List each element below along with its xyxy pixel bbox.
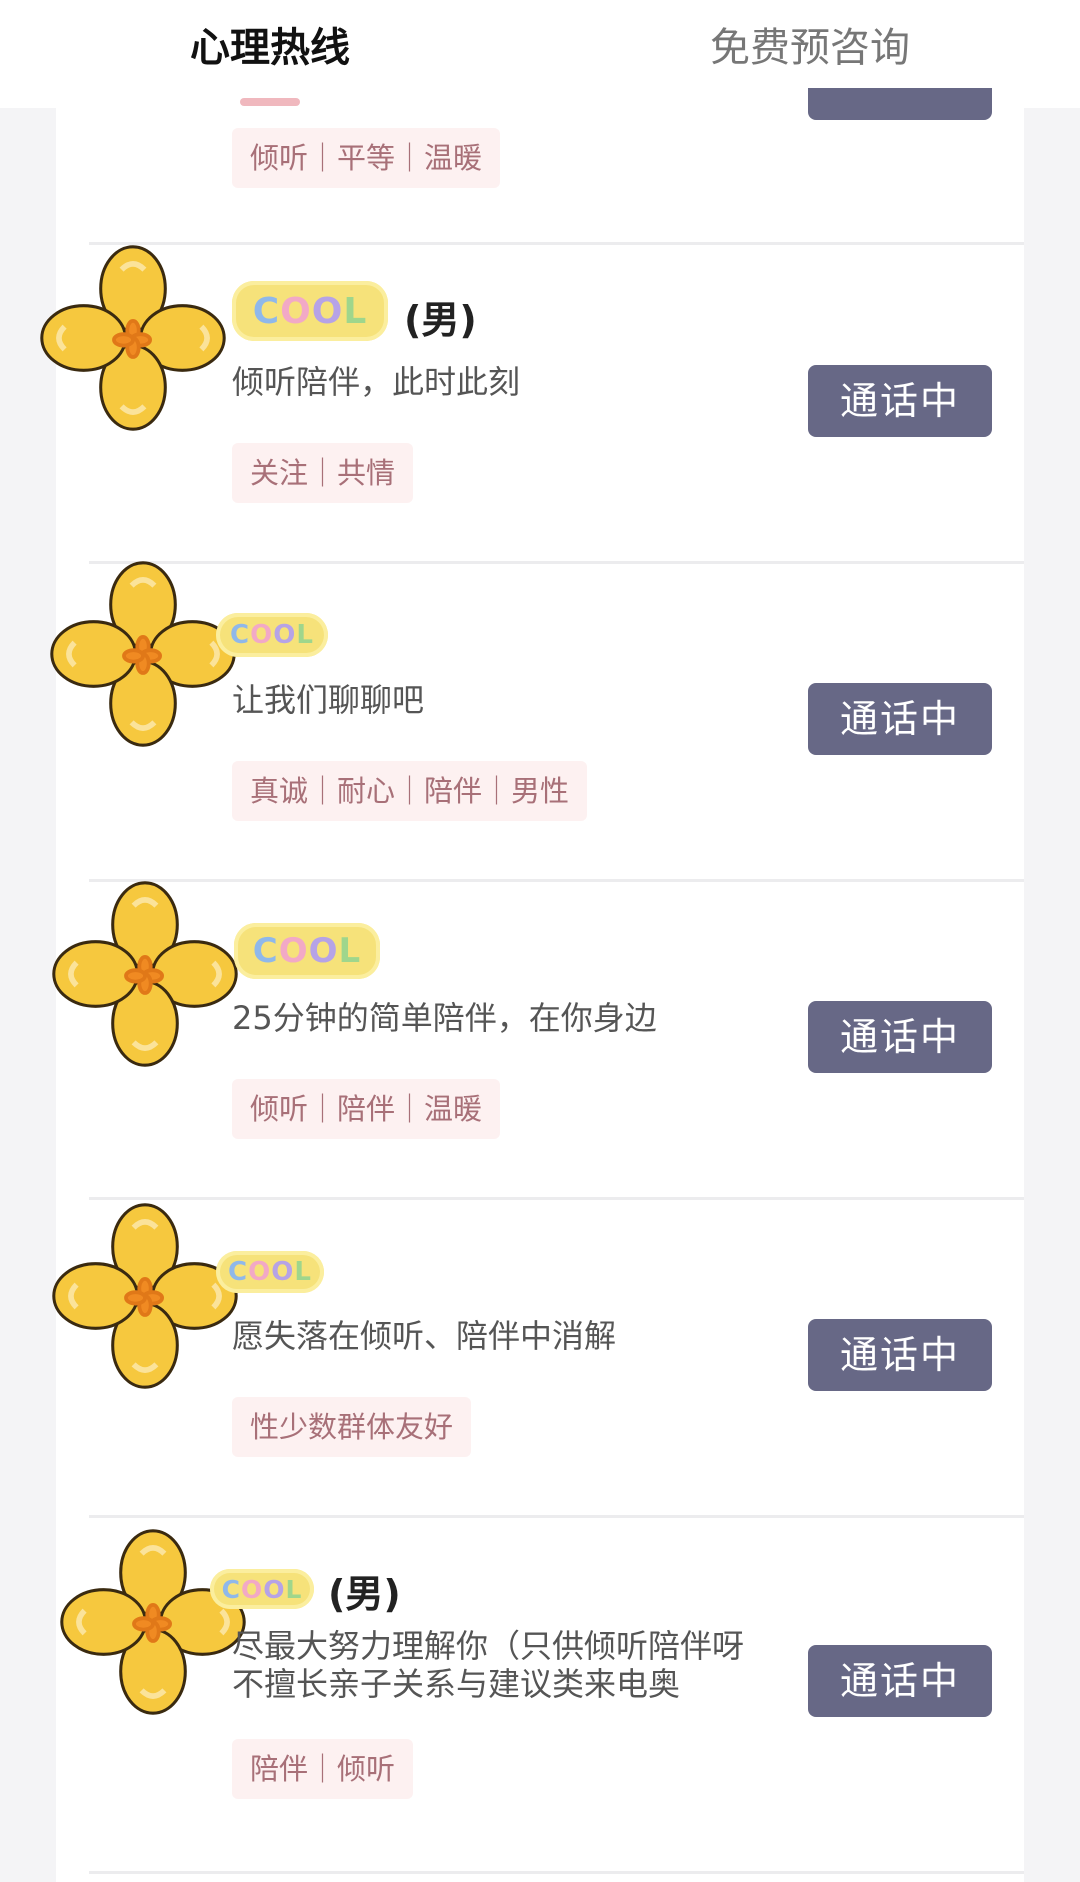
counselor-description: 让我们聊聊吧	[232, 681, 425, 719]
tab-hotline[interactable]: 心理热线	[182, 18, 358, 78]
flower-sticker-avatar-icon	[38, 243, 228, 433]
tag-list: 倾听｜平等｜温暖	[232, 128, 501, 188]
name-cover-sticker: COOL	[232, 281, 388, 341]
sticker-letter: L	[285, 1574, 303, 1604]
sticker-letter: O	[240, 1574, 264, 1604]
tab-free-pre-consult[interactable]: 免费预咨询	[700, 18, 920, 78]
call-status-button[interactable]: 通话中	[808, 1001, 992, 1073]
call-status-button[interactable]: 通话中	[808, 683, 992, 755]
flower-sticker-avatar-icon	[58, 1527, 248, 1717]
call-status-button[interactable]: 通话中	[808, 1319, 992, 1391]
tag-list: 性少数群体友好	[232, 1397, 472, 1457]
sticker-letter: O	[308, 931, 339, 971]
sticker-letter: C	[252, 931, 279, 971]
tag-list: 关注｜共情	[232, 443, 414, 503]
sticker-letter: C	[221, 1574, 241, 1604]
counselor-description-line2: 不擅长亲子关系与建议类来电奥	[232, 1665, 681, 1703]
counselor-gender: (男)	[328, 1572, 401, 1616]
call-button-partial[interactable]	[808, 88, 992, 120]
tag-list: 真诚｜耐心｜陪伴｜男性	[232, 761, 588, 821]
name-cover-sticker: COOL	[216, 1251, 324, 1293]
list-item[interactable]: COOL 让我们聊聊吧 真诚｜耐心｜陪伴｜男性 通话中	[50, 561, 1024, 882]
counselor-description-line1: 尽最大努力理解你（只供倾听陪伴呀	[232, 1627, 745, 1665]
flower-sticker-avatar-icon	[50, 879, 240, 1069]
tag-list: 陪伴｜倾听	[232, 1739, 414, 1799]
list-item[interactable]: COOL (男) 尽最大努力理解你（只供倾听陪伴呀 不擅长亲子关系与建议类来电奥…	[56, 1517, 1024, 1874]
counselor-gender: (男)	[404, 298, 477, 342]
list-item[interactable]: COOL 25分钟的简单陪伴，在你身边 倾听｜陪伴｜温暖 通话中	[52, 881, 1024, 1200]
sticker-letter: O	[263, 1574, 286, 1604]
call-status-button[interactable]: 通话中	[808, 365, 992, 437]
flower-sticker-avatar-icon	[50, 1201, 240, 1391]
list-item[interactable]: COOL 愿失落在倾听、陪伴中消解 性少数群体友好 通话中	[52, 1199, 1024, 1518]
list-item-partial[interactable]: 倾听｜平等｜温暖	[56, 88, 1024, 245]
sticker-letter: O	[280, 290, 312, 332]
tag-list: 倾听｜陪伴｜温暖	[232, 1079, 501, 1139]
call-status-button[interactable]: 通话中	[808, 1645, 992, 1717]
flower-sticker-avatar-icon	[48, 559, 238, 749]
sticker-letter: C	[252, 290, 281, 332]
counselor-description: 倾听陪伴，此时此刻	[232, 363, 521, 401]
sticker-letter: O	[248, 1257, 272, 1287]
counselor-description: 25分钟的简单陪伴，在你身边	[232, 999, 657, 1037]
sticker-letter: C	[230, 620, 251, 650]
sticker-letter: O	[250, 620, 274, 650]
sticker-letter: O	[273, 620, 297, 650]
name-cover-sticker: COOL	[216, 613, 328, 657]
sticker-letter: C	[228, 1257, 249, 1287]
sticker-letter: O	[271, 1257, 295, 1287]
sticker-letter: L	[338, 931, 362, 971]
divider	[89, 1871, 1024, 1874]
name-cover-sticker: COOL	[210, 1569, 314, 1609]
counselor-description: 愿失落在倾听、陪伴中消解	[232, 1317, 617, 1355]
sticker-letter: O	[278, 931, 309, 971]
sticker-letter: L	[343, 290, 368, 332]
counselor-list: 倾听｜平等｜温暖 C O O L (男) 倾听陪伴，此时此刻 关注｜共情 通话中…	[40, 88, 1024, 1882]
active-tab-indicator	[240, 98, 300, 106]
list-item[interactable]: COOL (男) 倾听陪伴，此时此刻 关注｜共情 通话中	[40, 245, 1024, 564]
sticker-letter: L	[294, 1257, 312, 1287]
name-cover-sticker: COOL	[234, 923, 380, 979]
sticker-letter: L	[296, 620, 314, 650]
sticker-letter: O	[311, 290, 344, 332]
